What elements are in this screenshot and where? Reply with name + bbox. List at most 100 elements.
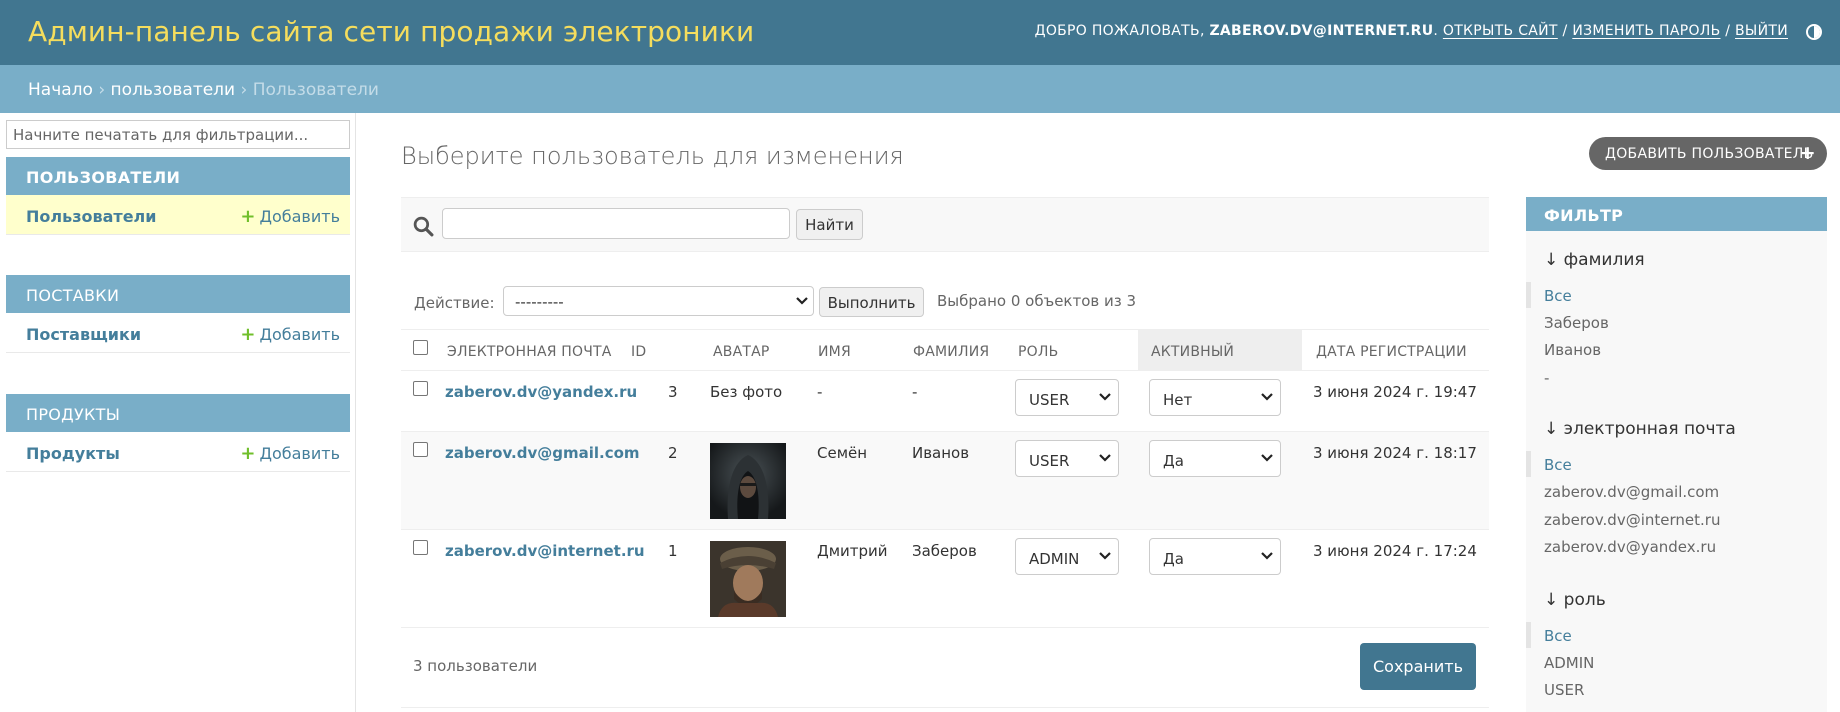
sidebar-item-users: Пользователи + Добавить xyxy=(6,195,350,235)
row-checkbox[interactable] xyxy=(413,442,428,457)
action-select[interactable]: --------- xyxy=(503,286,814,316)
row-checkbox[interactable] xyxy=(413,540,428,555)
paginator: 3 пользователи Сохранить xyxy=(401,628,1489,708)
role-value: USER xyxy=(1029,391,1070,409)
add-label: Добавить xyxy=(259,325,340,344)
filter-selected-marker xyxy=(1526,282,1531,308)
user-id: 2 xyxy=(668,444,678,462)
filter-option[interactable]: Иванов xyxy=(1544,341,1601,359)
plus-icon: + xyxy=(240,206,256,227)
avatar-image xyxy=(710,443,786,519)
add-users-link[interactable]: + Добавить xyxy=(240,206,340,227)
role-select[interactable]: ADMIN xyxy=(1015,538,1119,575)
action-selected-value: --------- xyxy=(515,293,564,311)
filter-heading-last-name: ↓ фамилия xyxy=(1544,250,1645,270)
user-last-name: Заберов xyxy=(912,542,977,560)
user-date-joined: 3 июня 2024 г. 19:47 xyxy=(1313,383,1477,401)
add-label: Добавить xyxy=(259,444,340,463)
user-tools: ДОБРО ПОЖАЛОВАТЬ, ZABEROV.DV@INTERNET.RU… xyxy=(1035,23,1788,39)
active-value: Да xyxy=(1163,550,1184,568)
breadcrumb-separator: › xyxy=(235,80,253,100)
nav-filter-input[interactable] xyxy=(6,120,350,149)
filter-option[interactable]: Заберов xyxy=(1544,314,1609,332)
filter-option[interactable]: Все xyxy=(1544,627,1572,645)
chevron-down-icon xyxy=(1099,552,1111,560)
filter-option[interactable]: ADMIN xyxy=(1544,654,1594,672)
user-date-joined: 3 июня 2024 г. 18:17 xyxy=(1313,444,1477,462)
column-header-id[interactable]: ID xyxy=(631,330,646,371)
column-header-active[interactable]: АКТИВНЫЙ xyxy=(1138,330,1302,371)
actions-bar: Действие: --------- Выполнить Выбрано 0 … xyxy=(401,285,1489,329)
table-row: zaberov.dv@internet.ru 1 Дмитрий Заберов… xyxy=(401,530,1489,628)
logout-link[interactable]: ВЫЙТИ xyxy=(1735,23,1788,39)
theme-toggle-icon[interactable] xyxy=(1806,24,1822,40)
active-select[interactable]: Да xyxy=(1149,440,1281,477)
filter-option[interactable]: zaberov.dv@internet.ru xyxy=(1544,511,1720,529)
chevron-down-icon xyxy=(1261,393,1273,401)
filter-heading-role: ↓ роль xyxy=(1544,590,1606,610)
breadcrumb-current: Пользователи xyxy=(252,80,379,100)
filter-selected-marker xyxy=(1526,622,1531,648)
chevron-down-icon xyxy=(1099,454,1111,462)
user-last-name: - xyxy=(912,383,918,401)
active-select[interactable]: Да xyxy=(1149,538,1281,575)
filter-option[interactable]: Все xyxy=(1544,287,1572,305)
add-user-button[interactable]: ДОБАВИТЬ ПОЛЬЗОВАТЕЛЬ + xyxy=(1589,137,1827,170)
user-date-joined: 3 июня 2024 г. 17:24 xyxy=(1313,542,1477,560)
app-caption-users[interactable]: ПОЛЬЗОВАТЕЛИ xyxy=(6,157,350,195)
row-checkbox[interactable] xyxy=(413,381,428,396)
add-suppliers-link[interactable]: + Добавить xyxy=(240,324,340,345)
filter-option[interactable]: USER xyxy=(1544,681,1584,699)
breadcrumb-separator: › xyxy=(92,80,111,100)
plus-icon: + xyxy=(240,324,256,345)
run-action-button[interactable]: Выполнить xyxy=(819,287,924,317)
column-header-first-name[interactable]: ИМЯ xyxy=(818,330,851,371)
user-avatar-text: Без фото xyxy=(710,383,783,401)
column-header-last-name[interactable]: ФАМИЛИЯ xyxy=(913,330,989,371)
nav-sidebar: ПОЛЬЗОВАТЕЛИ Пользователи +Добавить ПОСТ… xyxy=(0,113,356,712)
model-link-products[interactable]: Продукты xyxy=(26,444,120,463)
filter-option[interactable]: zaberov.dv@yandex.ru xyxy=(1544,538,1716,556)
user-email-link[interactable]: zaberov.dv@yandex.ru xyxy=(445,383,637,401)
add-products-link[interactable]: + Добавить xyxy=(240,443,340,464)
filter-option[interactable]: - xyxy=(1544,369,1549,387)
column-header-email[interactable]: ЭЛЕКТРОННАЯ ПОЧТА xyxy=(447,330,612,371)
chevron-down-icon xyxy=(1099,393,1111,401)
user-email-link[interactable]: zaberov.dv@gmail.com xyxy=(445,444,640,462)
view-site-link[interactable]: ОТКРЫТЬ САЙТ xyxy=(1443,23,1558,39)
result-count: 3 пользователи xyxy=(413,657,538,675)
select-all-checkbox[interactable] xyxy=(413,340,428,355)
active-select[interactable]: Нет xyxy=(1149,379,1281,416)
site-branding[interactable]: Админ-панель сайта сети продажи электрон… xyxy=(28,15,754,48)
user-id: 1 xyxy=(668,542,678,560)
chevron-down-icon xyxy=(796,297,808,305)
model-link-suppliers[interactable]: Поставщики xyxy=(26,325,141,344)
role-select[interactable]: USER xyxy=(1015,440,1119,477)
user-first-name: Семён xyxy=(817,444,868,462)
model-link-users[interactable]: Пользователи xyxy=(26,207,156,226)
column-header-role[interactable]: РОЛЬ xyxy=(1018,330,1058,371)
app-caption-supplies[interactable]: ПОСТАВКИ xyxy=(6,275,350,313)
search-input[interactable] xyxy=(442,208,790,239)
breadcrumb-app[interactable]: пользователи xyxy=(111,80,236,100)
active-value: Да xyxy=(1163,452,1184,470)
save-button[interactable]: Сохранить xyxy=(1360,643,1476,690)
filter-title: ФИЛЬТР xyxy=(1526,197,1827,231)
user-email-link[interactable]: zaberov.dv@internet.ru xyxy=(445,542,645,560)
plus-icon: + xyxy=(1799,142,1816,164)
app-caption-products[interactable]: ПРОДУКТЫ xyxy=(6,394,350,432)
table-header: ЭЛЕКТРОННАЯ ПОЧТА ID АВАТАР ИМЯ ФАМИЛИЯ … xyxy=(401,330,1489,371)
filter-option[interactable]: Все xyxy=(1544,456,1572,474)
role-select[interactable]: USER xyxy=(1015,379,1119,416)
chevron-down-icon xyxy=(1261,454,1273,462)
column-header-date[interactable]: ДАТА РЕГИСТРАЦИИ xyxy=(1316,330,1467,371)
username: ZABEROV.DV@INTERNET.RU xyxy=(1209,23,1434,39)
search-button[interactable]: Найти xyxy=(796,209,863,240)
sidebar-item-products: Продукты + Добавить xyxy=(6,432,350,472)
column-header-avatar[interactable]: АВАТАР xyxy=(713,330,770,371)
breadcrumb-home[interactable]: Начало xyxy=(28,80,93,100)
search-toolbar: Найти xyxy=(401,197,1489,252)
plus-icon: + xyxy=(240,443,256,464)
filter-option[interactable]: zaberov.dv@gmail.com xyxy=(1544,483,1719,501)
change-password-link[interactable]: ИЗМЕНИТЬ ПАРОЛЬ xyxy=(1572,23,1720,39)
